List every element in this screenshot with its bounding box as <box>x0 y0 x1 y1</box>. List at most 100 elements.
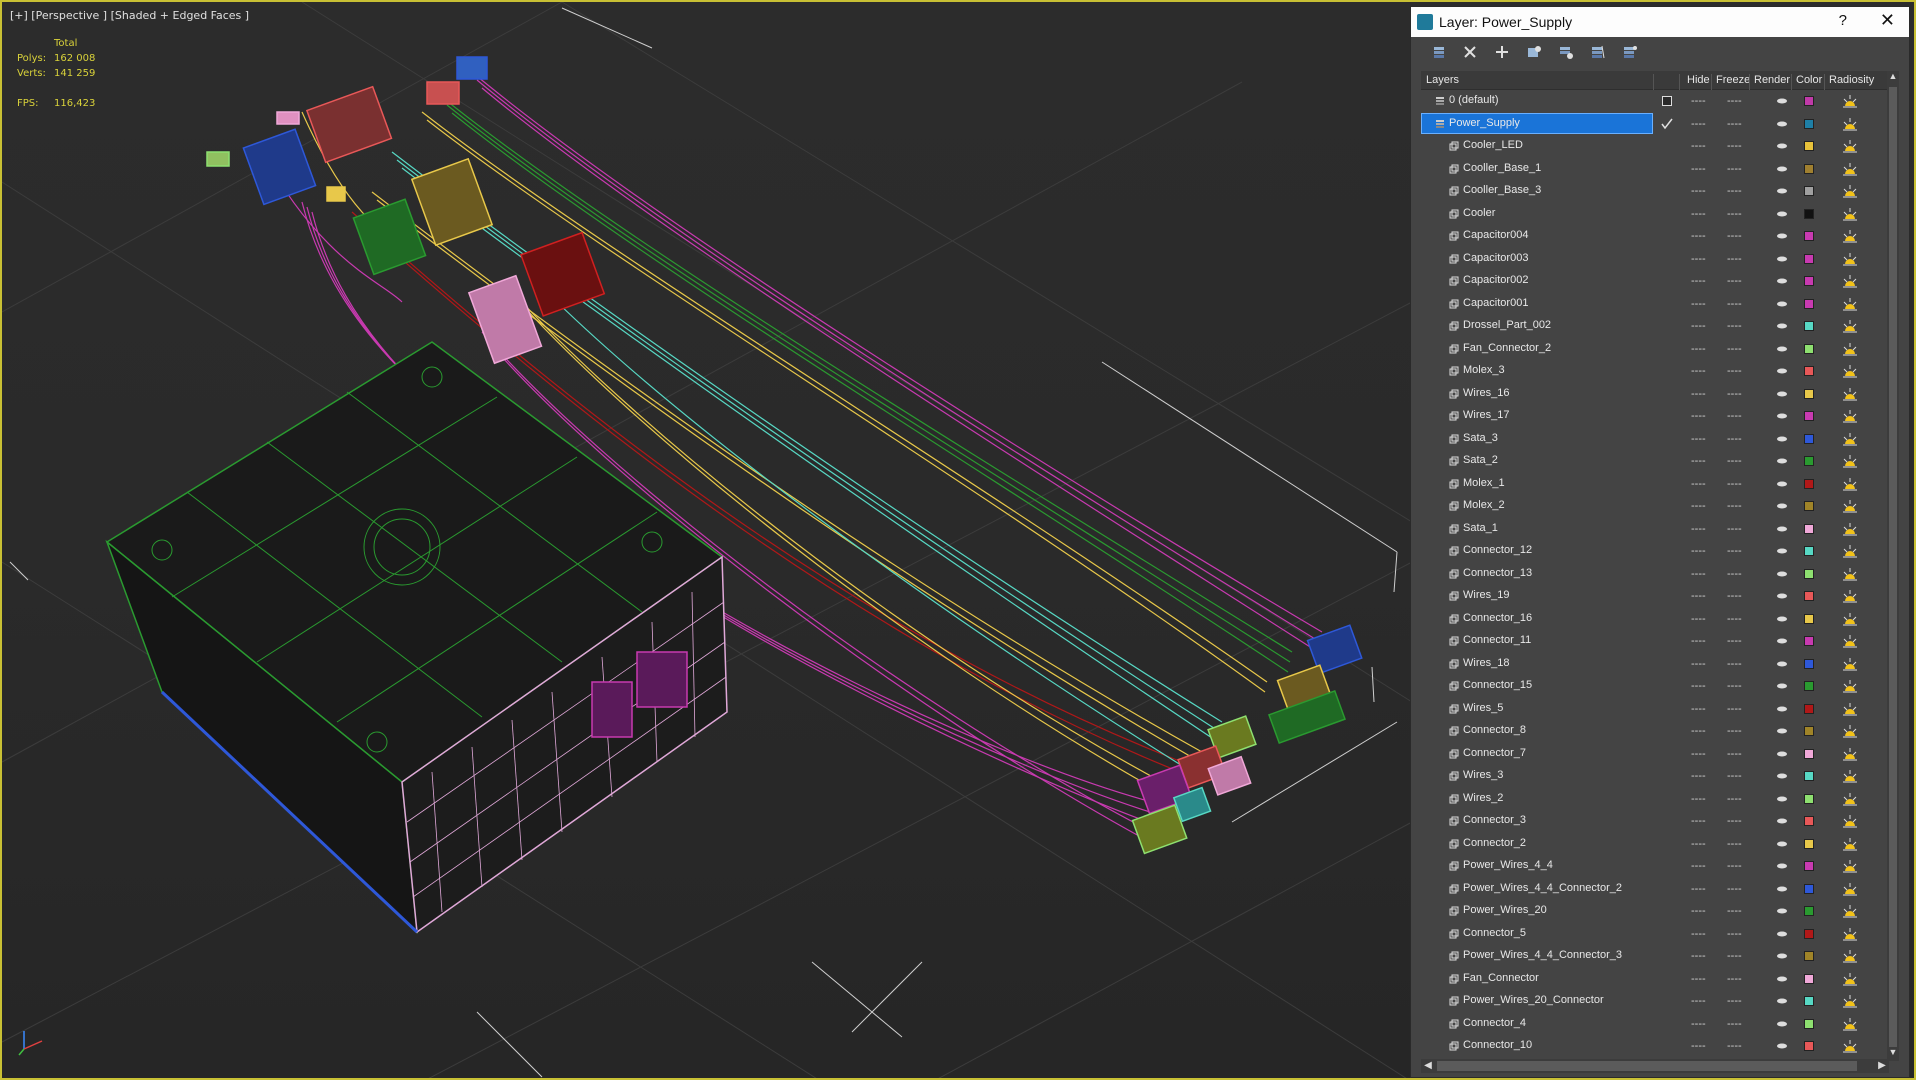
layer-name[interactable]: Wires_3 <box>1463 769 1503 781</box>
hide-toggle[interactable]: ---- <box>1691 545 1706 557</box>
help-button[interactable]: ? <box>1839 12 1847 29</box>
hide-toggle[interactable]: ---- <box>1691 928 1706 940</box>
layer-name[interactable]: Drossel_Part_002 <box>1463 319 1551 331</box>
render-teapot-icon[interactable] <box>1776 908 1788 914</box>
layer-name[interactable]: Cooler <box>1463 207 1495 219</box>
hide-toggle[interactable]: ---- <box>1691 815 1706 827</box>
radiosity-sun-icon[interactable] <box>1842 476 1858 492</box>
layer-name[interactable]: Connector_11 <box>1463 634 1531 646</box>
layer-name[interactable]: Wires_2 <box>1463 792 1503 804</box>
layer-color-swatch[interactable] <box>1804 591 1814 601</box>
render-teapot-icon[interactable] <box>1776 1021 1788 1027</box>
hide-toggle[interactable]: ---- <box>1691 995 1706 1007</box>
layer-row[interactable]: Wires_3 ---- ---- <box>1421 765 1889 787</box>
radiosity-sun-icon[interactable] <box>1842 633 1858 649</box>
hide-toggle[interactable]: ---- <box>1691 838 1706 850</box>
layer-row[interactable]: Capacitor001 ---- ---- <box>1421 293 1889 315</box>
freeze-toggle[interactable]: ---- <box>1727 298 1742 310</box>
hide-toggle[interactable]: ---- <box>1691 1040 1706 1052</box>
radiosity-sun-icon[interactable] <box>1842 948 1858 964</box>
hide-toggle[interactable]: ---- <box>1691 478 1706 490</box>
freeze-toggle[interactable]: ---- <box>1727 613 1742 625</box>
radiosity-sun-icon[interactable] <box>1842 701 1858 717</box>
hide-toggle[interactable]: ---- <box>1691 770 1706 782</box>
layer-name[interactable]: Molex_1 <box>1463 477 1505 489</box>
hide-toggle[interactable]: ---- <box>1691 860 1706 872</box>
layer-row[interactable]: Power_Supply ---- ---- <box>1421 113 1889 135</box>
render-teapot-icon[interactable] <box>1776 683 1788 689</box>
radiosity-sun-icon[interactable] <box>1842 521 1858 537</box>
hide-toggle[interactable]: ---- <box>1691 208 1706 220</box>
render-teapot-icon[interactable] <box>1776 661 1788 667</box>
select-objects-icon[interactable] <box>1523 42 1545 62</box>
layer-row[interactable]: Sata_1 ---- ---- <box>1421 518 1889 540</box>
radiosity-sun-icon[interactable] <box>1842 183 1858 199</box>
hide-toggle[interactable]: ---- <box>1691 365 1706 377</box>
radiosity-sun-icon[interactable] <box>1842 251 1858 267</box>
render-teapot-icon[interactable] <box>1776 593 1788 599</box>
layer-color-swatch[interactable] <box>1804 726 1814 736</box>
layer-row[interactable]: Connector_3 ---- ---- <box>1421 810 1889 832</box>
freeze-toggle[interactable]: ---- <box>1727 388 1742 400</box>
layer-row[interactable]: Power_Wires_4_4_Connector_3 ---- ---- <box>1421 945 1889 967</box>
hide-toggle[interactable]: ---- <box>1691 613 1706 625</box>
layer-row[interactable]: Sata_3 ---- ---- <box>1421 428 1889 450</box>
col-color[interactable]: Color <box>1796 74 1822 86</box>
render-teapot-icon[interactable] <box>1776 863 1788 869</box>
hide-toggle[interactable]: ---- <box>1691 973 1706 985</box>
layer-name[interactable]: Connector_8 <box>1463 724 1526 736</box>
freeze-toggle[interactable]: ---- <box>1727 163 1742 175</box>
hide-toggle[interactable]: ---- <box>1691 793 1706 805</box>
hide-toggle[interactable]: ---- <box>1691 568 1706 580</box>
layer-color-swatch[interactable] <box>1804 906 1814 916</box>
render-teapot-icon[interactable] <box>1776 256 1788 262</box>
layer-row[interactable]: Power_Wires_20_Connector ---- ---- <box>1421 990 1889 1012</box>
horizontal-scrollbar[interactable]: ◀ ▶ <box>1421 1059 1889 1073</box>
layer-name[interactable]: Wires_16 <box>1463 387 1509 399</box>
radiosity-sun-icon[interactable] <box>1842 993 1858 1009</box>
radiosity-sun-icon[interactable] <box>1842 1038 1858 1054</box>
freeze-toggle[interactable]: ---- <box>1727 275 1742 287</box>
freeze-toggle[interactable]: ---- <box>1727 343 1742 355</box>
layer-color-swatch[interactable] <box>1804 771 1814 781</box>
layer-color-swatch[interactable] <box>1804 434 1814 444</box>
radiosity-sun-icon[interactable] <box>1842 453 1858 469</box>
radiosity-sun-icon[interactable] <box>1842 341 1858 357</box>
layer-row[interactable]: Wires_19 ---- ---- <box>1421 585 1889 607</box>
render-teapot-icon[interactable] <box>1776 931 1788 937</box>
layer-row[interactable]: Molex_3 ---- ---- <box>1421 360 1889 382</box>
layer-name[interactable]: Fan_Connector_2 <box>1463 342 1551 354</box>
radiosity-sun-icon[interactable] <box>1842 723 1858 739</box>
render-teapot-icon[interactable] <box>1776 728 1788 734</box>
freeze-toggle[interactable]: ---- <box>1727 523 1742 535</box>
layer-color-swatch[interactable] <box>1804 929 1814 939</box>
layer-row[interactable]: Connector_8 ---- ---- <box>1421 720 1889 742</box>
hide-toggle[interactable]: ---- <box>1691 680 1706 692</box>
hide-toggle[interactable]: ---- <box>1691 523 1706 535</box>
layer-name[interactable]: Connector_13 <box>1463 567 1532 579</box>
render-teapot-icon[interactable] <box>1776 616 1788 622</box>
layer-row[interactable]: Power_Wires_4_4 ---- ---- <box>1421 855 1889 877</box>
col-radiosity[interactable]: Radiosity <box>1829 74 1874 86</box>
layer-color-swatch[interactable] <box>1804 479 1814 489</box>
render-teapot-icon[interactable] <box>1776 121 1788 127</box>
freeze-toggle[interactable]: ---- <box>1727 208 1742 220</box>
layer-color-swatch[interactable] <box>1804 704 1814 714</box>
scroll-up-icon[interactable]: ▲ <box>1887 71 1899 85</box>
radiosity-sun-icon[interactable] <box>1842 206 1858 222</box>
freeze-toggle[interactable]: ---- <box>1727 680 1742 692</box>
freeze-toggle[interactable]: ---- <box>1727 545 1742 557</box>
freeze-toggle[interactable]: ---- <box>1727 928 1742 940</box>
freeze-toggle[interactable]: ---- <box>1727 455 1742 467</box>
layer-name[interactable]: Capacitor003 <box>1463 252 1528 264</box>
render-teapot-icon[interactable] <box>1776 1043 1788 1049</box>
layer-row[interactable]: Drossel_Part_002 ---- ---- <box>1421 315 1889 337</box>
layer-name[interactable]: Sata_3 <box>1463 432 1498 444</box>
layer-row[interactable]: Connector_12 ---- ---- <box>1421 540 1889 562</box>
render-teapot-icon[interactable] <box>1776 301 1788 307</box>
hide-toggle[interactable]: ---- <box>1691 950 1706 962</box>
radiosity-sun-icon[interactable] <box>1842 273 1858 289</box>
hide-all-icon[interactable] <box>1587 42 1609 62</box>
layer-row[interactable]: Cooler ---- ---- <box>1421 203 1889 225</box>
layer-row[interactable]: Wires_17 ---- ---- <box>1421 405 1889 427</box>
